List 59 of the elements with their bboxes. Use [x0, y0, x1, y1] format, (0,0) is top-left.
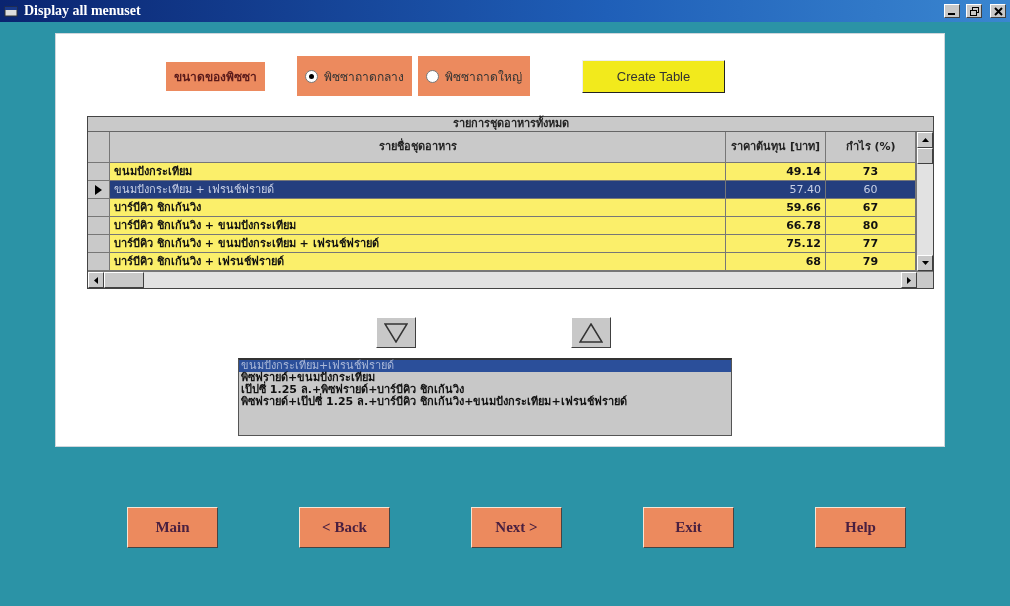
radio-button[interactable] — [305, 69, 318, 83]
close-button[interactable] — [990, 4, 1006, 18]
left-arrow-icon — [94, 276, 98, 284]
horizontal-scrollbar[interactable] — [88, 271, 933, 288]
list-item[interactable]: ขนมปังกระเทียม+เฟรนช์ฟรายด์ — [239, 360, 731, 372]
radio-button[interactable] — [426, 69, 439, 83]
scrollbar-thumb[interactable] — [917, 148, 933, 164]
up-triangle-icon — [579, 322, 603, 343]
column-header[interactable]: กำไร (%) — [826, 132, 916, 163]
table-cell: บาร์บีคิว ชิกเก้นวิง + ขนมปังกระเทียม + เฟรนช์ฟรายด์ — [110, 235, 726, 253]
scroll-up-button[interactable] — [917, 132, 933, 148]
table-cell: 57.40 — [726, 181, 826, 199]
nav-button[interactable]: < Back — [299, 507, 390, 548]
scroll-down-button[interactable] — [917, 255, 933, 271]
scrollbar-thumb[interactable] — [104, 272, 144, 288]
table-cell: 59.66 — [726, 199, 826, 217]
restore-icon — [969, 6, 979, 16]
row-selector[interactable] — [88, 181, 110, 199]
table-cell: 60 — [826, 181, 916, 199]
close-icon — [993, 6, 1003, 16]
column-header[interactable]: รายชื่อชุดอาหาร — [110, 132, 726, 163]
size-label: ขนาดของพิซซา — [166, 61, 265, 91]
table-cell: 67 — [826, 199, 916, 217]
nav-button[interactable]: Next > — [471, 507, 562, 548]
move-up-button[interactable] — [571, 317, 611, 348]
table-cell: ขนมปังกระเทียม — [110, 163, 726, 181]
table-cell: 73 — [826, 163, 916, 181]
nav-button[interactable]: Main — [127, 507, 218, 548]
down-triangle-icon — [384, 322, 408, 343]
current-row-icon — [95, 184, 102, 195]
grid-caption: รายการชุดอาหารทั้งหมด — [88, 117, 933, 132]
table-cell: บาร์บีคิว ชิกเก้นวิง — [110, 199, 726, 217]
scroll-right-button[interactable] — [901, 272, 917, 288]
table-cell: 79 — [826, 253, 916, 271]
column-header[interactable]: ราคาต้นทุน [บาท] — [726, 132, 826, 163]
vertical-scrollbar[interactable] — [916, 132, 933, 271]
down-arrow-icon — [921, 261, 929, 265]
nav-button[interactable]: Help — [815, 507, 906, 548]
table-cell: 80 — [826, 217, 916, 235]
table-cell: บาร์บีคิว ชิกเก้นวิง + ขนมปังกระเทียม — [110, 217, 726, 235]
table-cell: 66.78 — [726, 217, 826, 235]
scroll-left-button[interactable] — [88, 272, 104, 288]
table-cell: บาร์บีคิว ชิกเก้นวิง + เฟรนช์ฟรายด์ — [110, 253, 726, 271]
table-cell: 75.12 — [726, 235, 826, 253]
table-cell: ขนมปังกระเทียม + เฟรนช์ฟรายด์ — [110, 181, 726, 199]
right-arrow-icon — [907, 276, 911, 284]
radio-label[interactable]: พิซซาถาดกลาง — [324, 66, 404, 86]
minimize-button[interactable] — [944, 4, 960, 18]
radio-label[interactable]: พิซซาถาดใหญ่ — [445, 66, 522, 86]
table-cell: 68 — [726, 253, 826, 271]
move-down-button[interactable] — [376, 317, 416, 348]
restore-button[interactable] — [966, 4, 982, 18]
nav-button[interactable]: Exit — [643, 507, 734, 548]
window-title: Display all menuset — [24, 3, 141, 19]
table-cell: 77 — [826, 235, 916, 253]
up-arrow-icon — [921, 138, 929, 142]
create-table-button[interactable]: Create Table — [582, 59, 725, 93]
window-icon — [4, 5, 18, 17]
table-cell: 49.14 — [726, 163, 826, 181]
